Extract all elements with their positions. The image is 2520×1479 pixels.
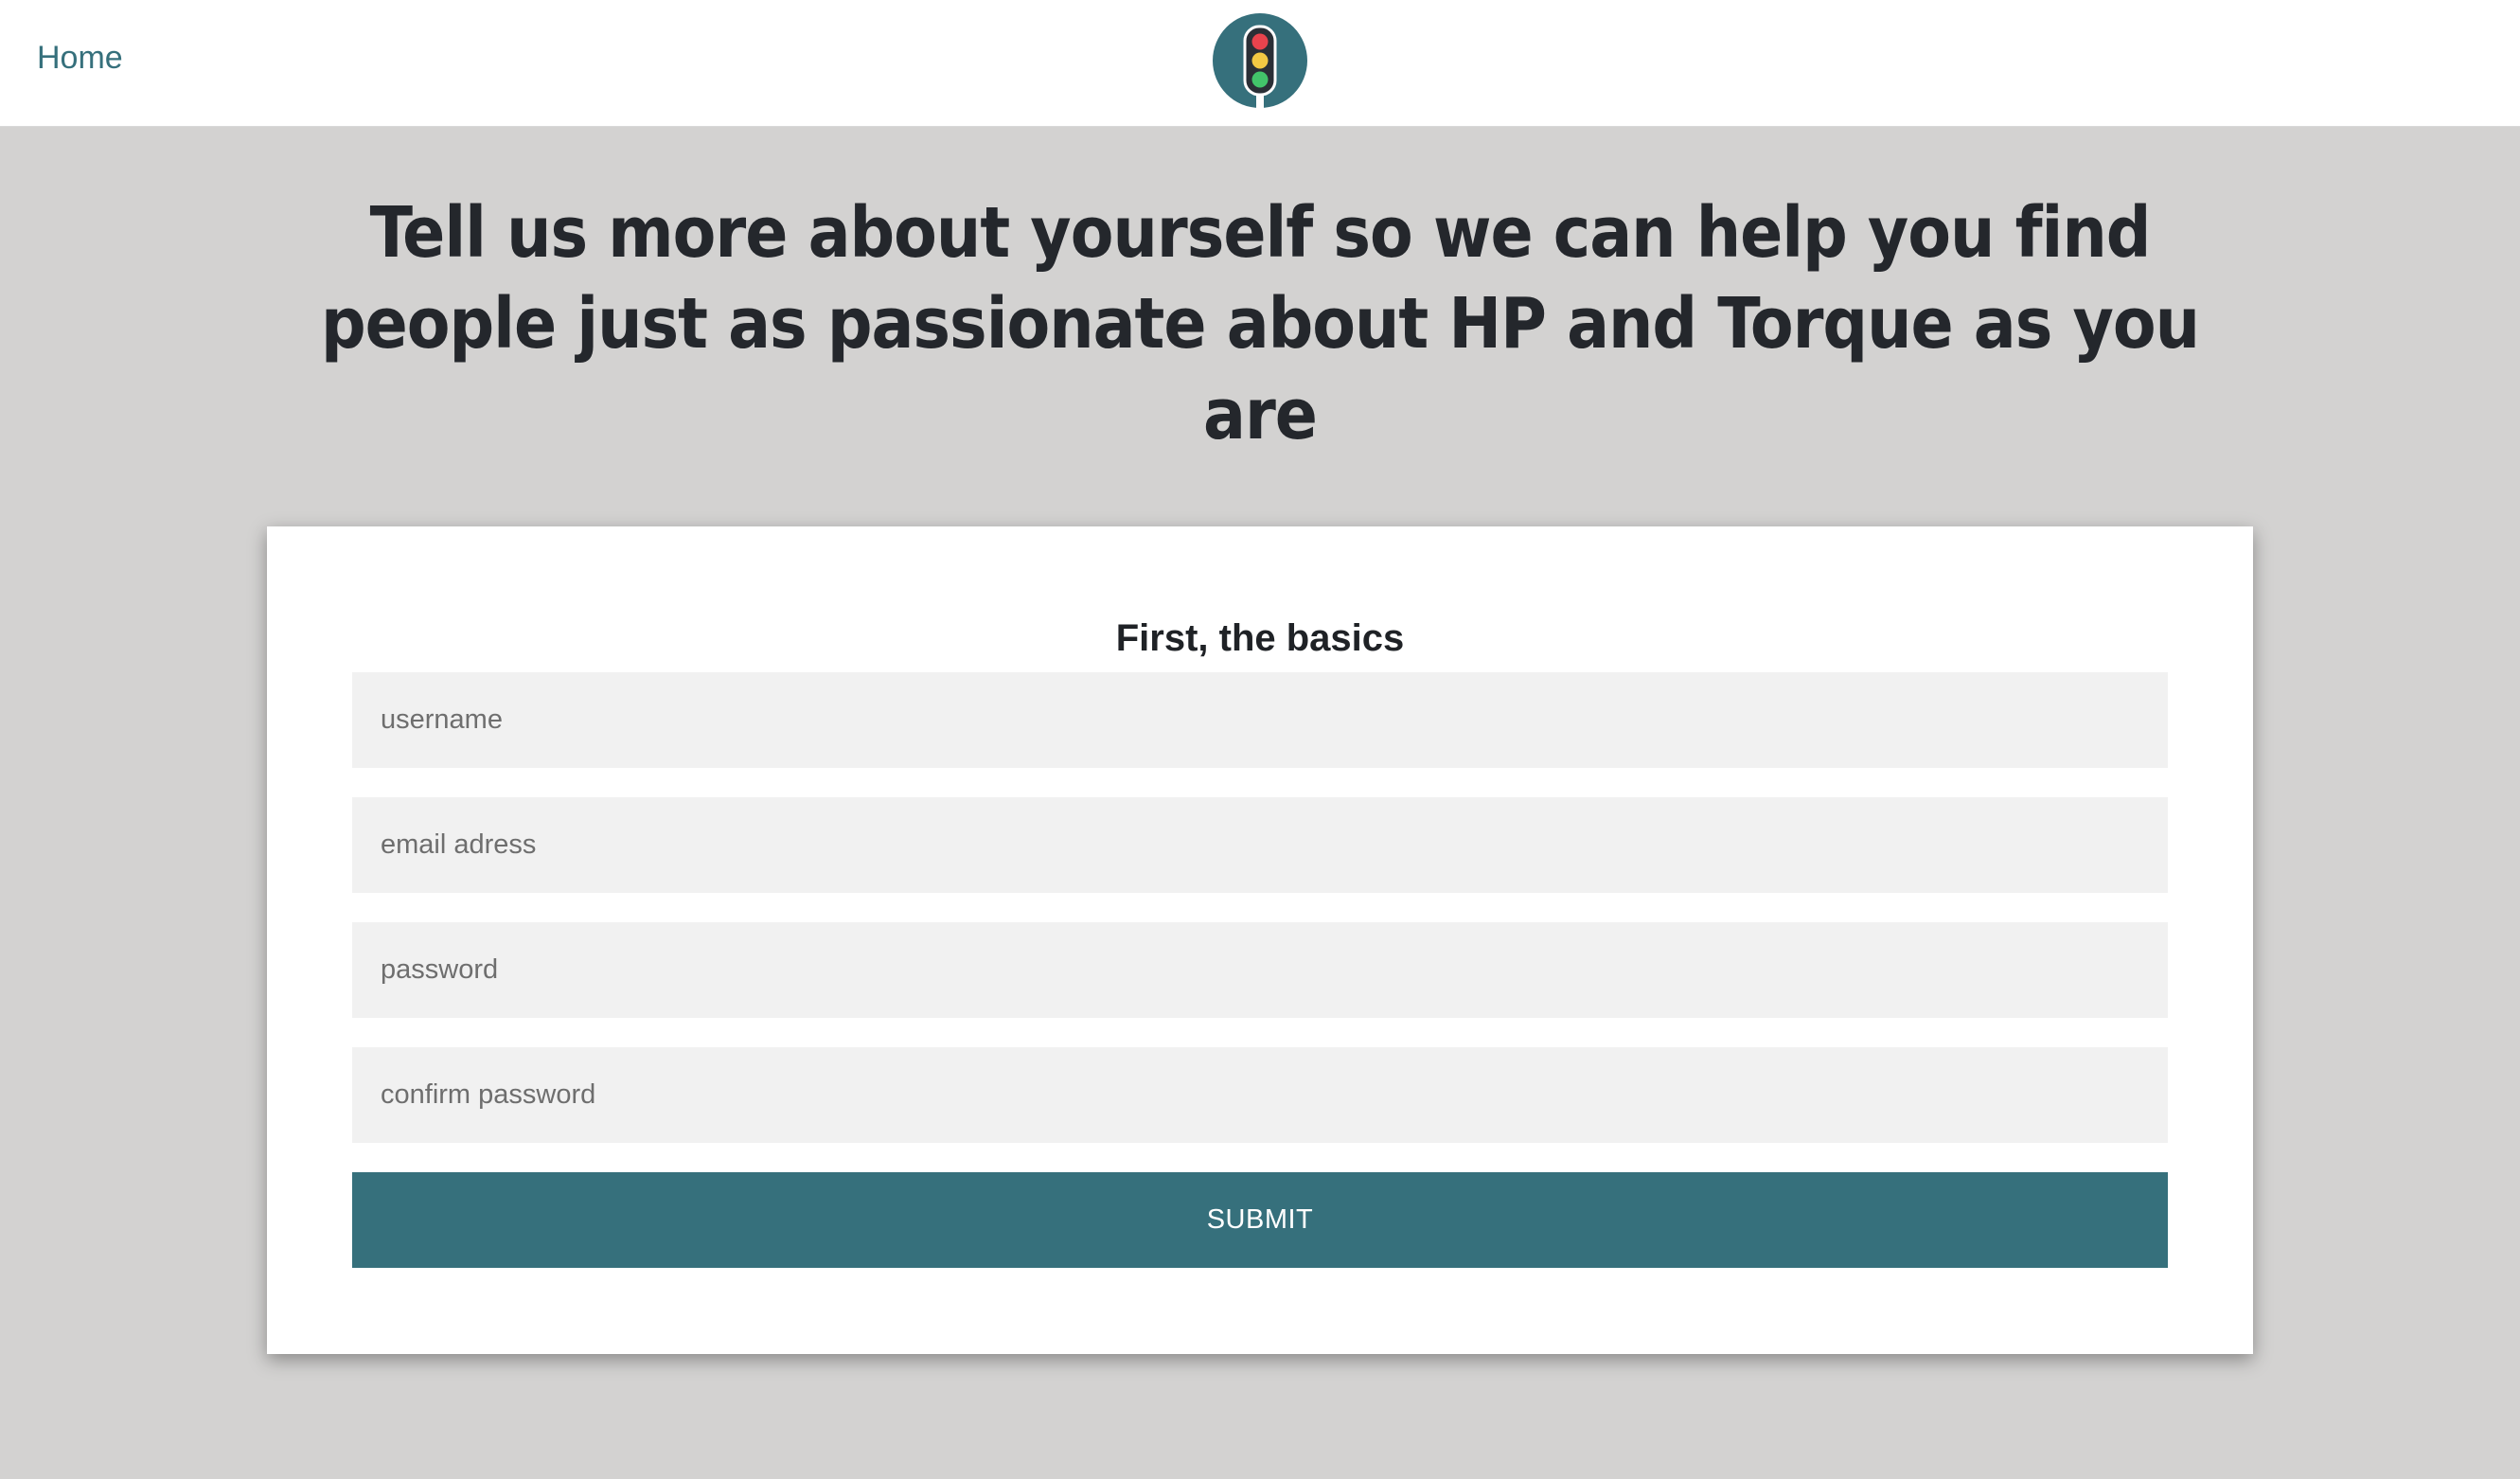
- username-input[interactable]: [352, 672, 2168, 768]
- password-input[interactable]: [352, 922, 2168, 1018]
- page-headline: Tell us more about yourself so we can he…: [320, 192, 2200, 455]
- confirm-password-input[interactable]: [352, 1047, 2168, 1143]
- form-title: First, the basics: [1115, 617, 1405, 659]
- nav-home-link[interactable]: Home: [37, 37, 123, 79]
- signup-card: First, the basics SUBMIT: [267, 526, 2253, 1354]
- email-input[interactable]: [352, 797, 2168, 893]
- submit-button[interactable]: SUBMIT: [352, 1172, 2168, 1268]
- traffic-light-icon[interactable]: [1213, 13, 1307, 108]
- top-navbar: Home: [0, 0, 2520, 127]
